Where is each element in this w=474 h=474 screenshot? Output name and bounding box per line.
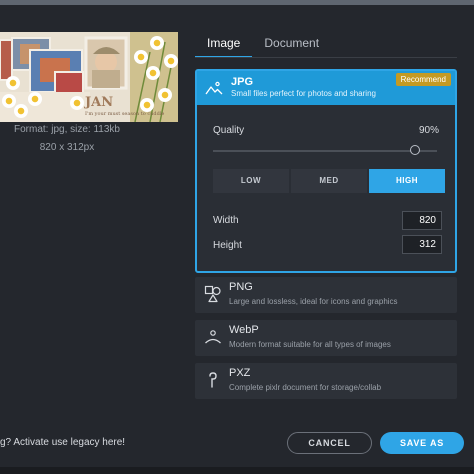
pxz-description: Complete pixlr document for storage/coll… [229,383,382,392]
preview-format-info: Format: jpg, size: 113kb [14,124,120,135]
webp-title: WebP [229,324,259,336]
jpg-description: Small files perfect for photos and shari… [231,89,376,98]
daisy-decoration [2,94,16,108]
recommend-badge: Recommend [395,73,451,86]
daisy-decoration [70,96,84,110]
format-card-png[interactable]: PNG Large and lossless, ideal for icons … [195,277,457,313]
quality-level-selector: LOW MED HIGH [213,169,445,193]
output-type-tabs: Image Document [195,30,331,58]
window-bottom-edge [0,467,474,474]
webp-description: Modern format suitable for all types of … [229,340,391,349]
preview-dimensions: 820 x 312px [39,142,95,153]
quality-slider-thumb[interactable] [409,145,420,155]
format-card-jpg[interactable]: JPG Small files perfect for photos and s… [195,69,457,273]
height-label: Height [213,240,242,251]
image-preview: JAN I'm your must season to cuddle [0,32,178,122]
pxz-title: PXZ [229,367,251,379]
daisy-decoration [6,76,20,90]
save-dialog: JAN I'm your must season to cuddle Forma… [0,5,474,467]
legacy-mode-link[interactable]: g? Activate use legacy here! [0,437,125,448]
cancel-button[interactable]: CANCEL [287,432,372,454]
tab-document[interactable]: Document [252,30,331,58]
save-as-button[interactable]: SAVE AS [380,432,464,454]
quality-low-button[interactable]: LOW [213,169,289,193]
pixlr-logo-icon [209,372,217,388]
quality-label: Quality [213,125,245,136]
quality-med-button[interactable]: MED [291,169,367,193]
tab-image[interactable]: Image [195,30,253,58]
tabs-divider [195,57,457,58]
daisy-decoration [28,92,42,106]
png-description: Large and lossless, ideal for icons and … [229,297,398,306]
quality-slider[interactable] [213,150,437,152]
daisy-decoration [140,98,154,112]
png-title: PNG [229,281,253,293]
width-label: Width [213,215,239,226]
quality-high-button[interactable]: HIGH [369,169,445,193]
preview-caption: JAN [84,95,113,110]
shapes-icon [204,285,221,303]
daisy-decoration [14,104,28,118]
jpg-card-header[interactable]: JPG Small files perfect for photos and s… [197,71,455,105]
daisy-decoration [134,50,148,64]
daisy-decoration [150,36,164,50]
landscape-icon [205,81,223,95]
daisy-decoration [158,88,172,102]
daisy-decoration [146,66,160,80]
preview-note: I'm your must season to cuddle [85,111,164,117]
format-card-webp[interactable]: WebP Modern format suitable for all type… [195,320,457,356]
quality-value: 90% [418,125,439,136]
format-card-pxz[interactable]: PXZ Complete pixlr document for storage/… [195,363,457,399]
height-input[interactable] [402,235,442,254]
width-input[interactable] [402,211,442,230]
daisy-decoration [164,54,178,68]
person-icon [205,330,221,344]
